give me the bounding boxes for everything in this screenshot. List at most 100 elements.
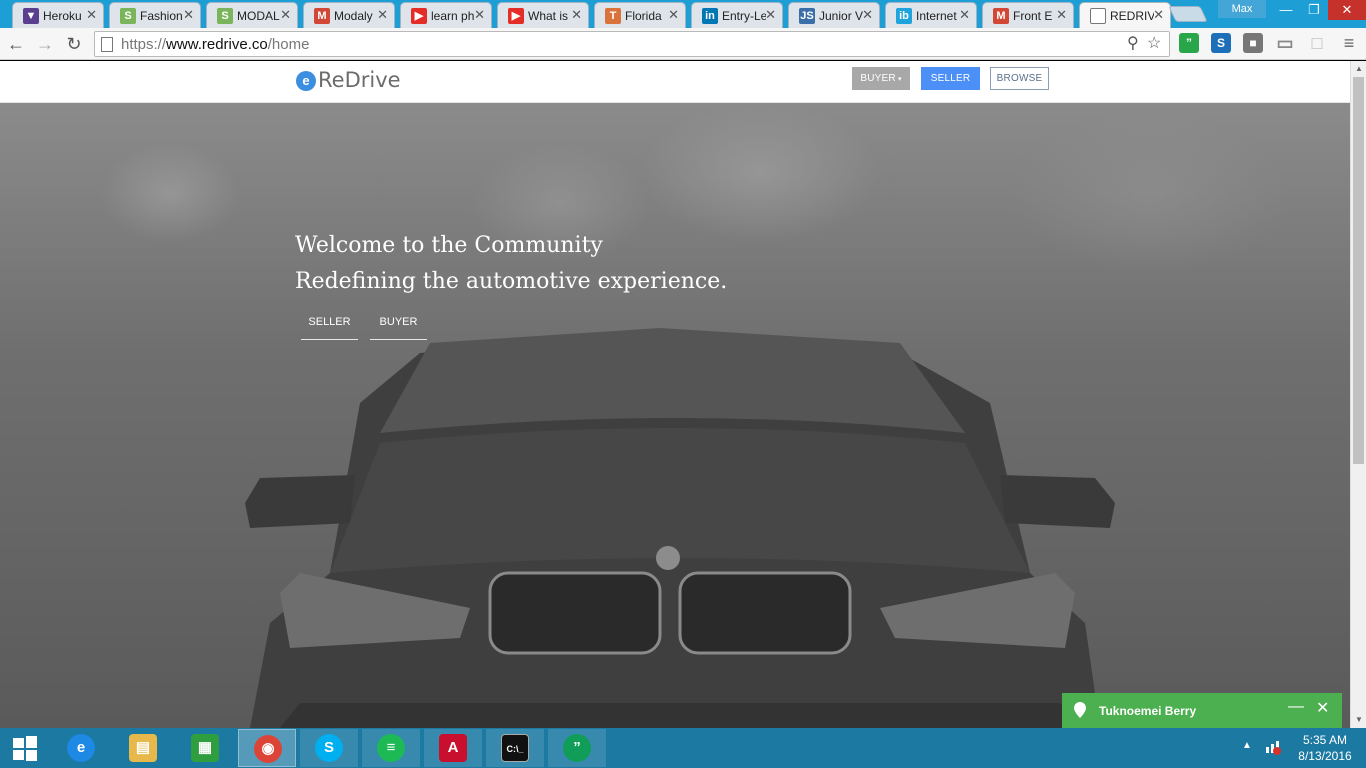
start-button[interactable]	[0, 729, 58, 767]
browser-tab[interactable]: S Fashion ✕	[109, 2, 201, 28]
tab-close-icon[interactable]: ✕	[474, 7, 485, 23]
page-viewport: Welcome to the Community Redefining the …	[0, 61, 1350, 728]
address-bar[interactable]: https://www.redrive.co/home ⚲ ☆	[94, 31, 1170, 57]
url-host: www.redrive.co	[166, 36, 268, 53]
tab-close-icon[interactable]: ✕	[86, 7, 97, 23]
bookmark-star-icon[interactable]: ☆	[1147, 35, 1161, 53]
nav-buyer-label: BUYER	[860, 73, 896, 84]
taskbar-app[interactable]: ”	[548, 729, 606, 767]
shield-ext-icon[interactable]: ■	[1243, 33, 1263, 53]
tab-title: Florida	[625, 9, 662, 23]
spotify-icon: ≡	[377, 734, 405, 762]
page-icon	[1090, 8, 1106, 24]
cmd-icon: C:\_	[501, 734, 529, 762]
page-icon	[101, 37, 113, 52]
site-navbar: e ReDrive BUYER ▾ SELLER BROWSE	[0, 61, 1350, 103]
ext-grey-icon[interactable]: □	[1307, 33, 1327, 53]
gmail-icon: M	[993, 8, 1009, 24]
taskbar-app[interactable]: ◉	[238, 729, 296, 767]
site-logo-text[interactable]: ReDrive	[318, 67, 401, 93]
file-explorer-icon: ▤	[129, 734, 157, 762]
browser-tab[interactable]: M Front E ✕	[982, 2, 1074, 28]
tab-close-icon[interactable]: ✕	[1056, 7, 1067, 23]
tab-close-icon[interactable]: ✕	[1153, 7, 1164, 23]
taskbar-app[interactable]: S	[300, 729, 358, 767]
tab-title: What is	[528, 9, 569, 23]
tab-close-icon[interactable]: ✕	[959, 7, 970, 23]
browser-toolbar: ← → ↻ https://www.redrive.co/home ⚲ ☆ ” S…	[0, 28, 1366, 60]
browser-tab[interactable]: T Florida ✕	[594, 2, 686, 28]
clock-date[interactable]: 8/13/2016	[1290, 749, 1360, 764]
url-scheme: https://	[121, 36, 167, 53]
tab-close-icon[interactable]: ✕	[571, 7, 582, 23]
internet-explorer-icon: e	[67, 734, 95, 762]
hangouts-icon: ”	[563, 734, 591, 762]
reload-button[interactable]: ↻	[62, 32, 86, 56]
hero-section: Welcome to the Community Redefining the …	[0, 103, 1350, 728]
tab-title: Modaly	[334, 9, 373, 23]
tab-close-icon[interactable]: ✕	[377, 7, 388, 23]
new-tab-button[interactable]	[1168, 6, 1208, 22]
tab-close-icon[interactable]: ✕	[668, 7, 679, 23]
tab-title: Entry-Le	[722, 9, 766, 23]
taskbar-app[interactable]: A	[424, 729, 482, 767]
chat-close-button[interactable]: ✕	[1316, 701, 1329, 717]
taskbar-app[interactable]: ▤	[114, 729, 172, 767]
js-icon: JS	[799, 8, 815, 24]
taskbar-app[interactable]: ≡	[362, 729, 420, 767]
s-ext-icon[interactable]: S	[1211, 33, 1231, 53]
browser-tab[interactable]: ▼ Heroku ✕	[12, 2, 104, 28]
zoom-icon[interactable]: ⚲	[1127, 35, 1139, 53]
chat-minimize-button[interactable]: —	[1288, 699, 1304, 715]
shopify-icon: S	[120, 8, 136, 24]
restore-window-button[interactable]: ❐	[1300, 0, 1328, 20]
browser-tab[interactable]: in Entry-Le ✕	[691, 2, 783, 28]
network-icon[interactable]	[1264, 738, 1282, 756]
browser-tab[interactable]: ▶ learn ph ✕	[400, 2, 492, 28]
tab-title: Internet	[916, 9, 957, 23]
browser-tab[interactable]: M Modaly ✕	[303, 2, 395, 28]
profile-button[interactable]: Max	[1218, 0, 1266, 18]
nav-browse-button[interactable]: BROWSE	[990, 67, 1049, 90]
page-scrollbar[interactable]: ▲ ▼	[1350, 61, 1366, 728]
close-window-button[interactable]: ✕	[1328, 0, 1366, 20]
hangouts-ext-icon[interactable]: ”	[1179, 33, 1199, 53]
store-icon: ▦	[191, 734, 219, 762]
browser-tab[interactable]: ib Internet ✕	[885, 2, 977, 28]
tab-close-icon[interactable]: ✕	[280, 7, 291, 23]
forward-button[interactable]: →	[33, 32, 57, 56]
minimize-window-button[interactable]: —	[1272, 0, 1300, 20]
clock-time[interactable]: 5:35 AM	[1290, 733, 1360, 748]
browser-tab[interactable]: S MODAL ✕	[206, 2, 298, 28]
tab-title: Fashion	[140, 9, 183, 23]
scrollbar-thumb[interactable]	[1353, 77, 1364, 464]
menu-icon[interactable]: ≡	[1339, 33, 1359, 53]
browser-tab[interactable]: JS Junior V ✕	[788, 2, 880, 28]
browser-tab[interactable]: ▶ What is ✕	[497, 2, 589, 28]
tab-title: Front E	[1013, 9, 1053, 23]
hero-subheadline: Redefining the automotive experience.	[295, 269, 728, 294]
nav-buyer-button[interactable]: BUYER ▾	[852, 67, 910, 90]
acrobat-icon: A	[439, 734, 467, 762]
taskbar-app[interactable]: C:\_	[486, 729, 544, 767]
scroll-up-arrow-icon[interactable]: ▲	[1351, 61, 1366, 77]
tab-close-icon[interactable]: ✕	[862, 7, 873, 23]
dropdown-caret-icon: ▾	[895, 76, 902, 83]
hero-seller-link[interactable]: SELLER	[301, 314, 358, 340]
back-button[interactable]: ←	[4, 32, 28, 56]
cast-icon[interactable]: ▭	[1275, 33, 1295, 53]
taskbar-app[interactable]: e	[52, 729, 110, 767]
redrive-logo-icon[interactable]: e	[296, 71, 316, 91]
tab-title: Heroku	[43, 9, 82, 23]
hangouts-chat-bar[interactable]: Tuknoemei Berry — ✕	[1062, 693, 1342, 728]
tab-close-icon[interactable]: ✕	[183, 7, 194, 23]
hero-buyer-link[interactable]: BUYER	[370, 314, 427, 340]
scroll-down-arrow-icon[interactable]: ▼	[1351, 712, 1366, 728]
browser-tab[interactable]: REDRIV ✕	[1079, 2, 1171, 28]
windows-taskbar: e ▤ ▦ ◉ S ≡ A C:\_ ” ▲ 5:35 AM 8/13/2016	[0, 728, 1366, 768]
taskbar-app[interactable]: ▦	[176, 729, 234, 767]
tab-close-icon[interactable]: ✕	[765, 7, 776, 23]
tab-title: Junior V	[819, 9, 863, 23]
show-hidden-icons-button[interactable]: ▲	[1242, 740, 1252, 751]
nav-seller-button[interactable]: SELLER	[921, 67, 980, 90]
